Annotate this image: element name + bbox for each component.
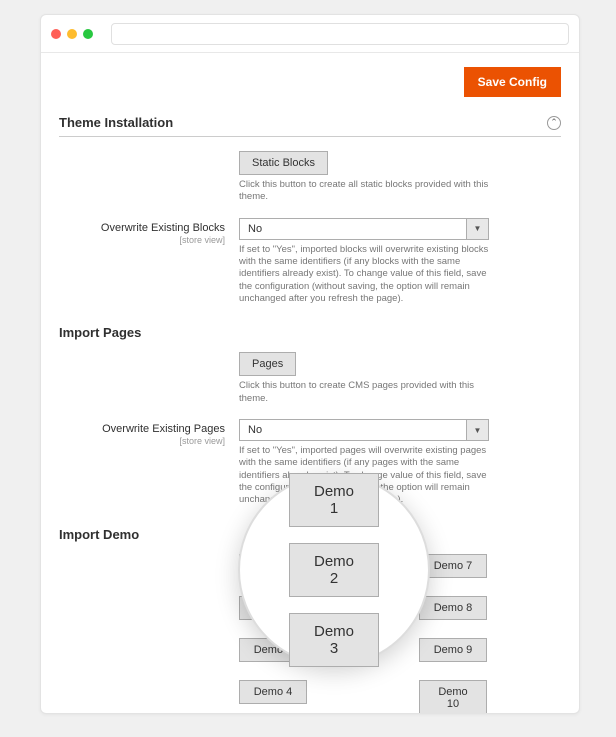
field-overwrite-blocks: Overwrite Existing Blocks [store view] N… [59, 218, 561, 306]
magnified-demo-button[interactable]: Demo 3 [289, 613, 379, 667]
help-text: If set to "Yes", imported blocks will ov… [239, 244, 489, 306]
url-bar[interactable] [111, 23, 569, 45]
pages-button[interactable]: Pages [239, 352, 296, 376]
help-text: Click this button to create all static b… [239, 179, 489, 204]
page-actions: Save Config [41, 53, 579, 105]
window-close-dot[interactable] [51, 29, 61, 39]
titlebar [41, 15, 579, 53]
window-minimize-dot[interactable] [67, 29, 77, 39]
import-pages-header: Import Pages [59, 319, 561, 352]
demo-button[interactable]: Demo 9 [419, 638, 487, 662]
demo-button[interactable]: Demo 8 [419, 596, 487, 620]
select-value: No [240, 219, 466, 239]
field-static-blocks: Static Blocks Click this button to creat… [59, 151, 561, 204]
section-title: Theme Installation [59, 115, 173, 130]
select-value: No [240, 420, 466, 440]
overwrite-pages-select[interactable]: No ▼ [239, 419, 489, 441]
field-label: Overwrite Existing Pages [store view] [59, 419, 239, 507]
scope-label: [store view] [59, 235, 225, 245]
window-zoom-dot[interactable] [83, 29, 93, 39]
section-header: Theme Installation ⌃ [59, 105, 561, 137]
static-blocks-button[interactable]: Static Blocks [239, 151, 328, 175]
magnifier-overlay: Demo 1 Demo 2 Demo 3 [238, 474, 430, 666]
scope-label: [store view] [59, 436, 225, 446]
chevron-down-icon: ▼ [466, 420, 488, 440]
field-pages: Pages Click this button to create CMS pa… [59, 352, 561, 405]
field-label: Overwrite Existing Blocks [store view] [59, 218, 239, 306]
chevron-down-icon: ▼ [466, 219, 488, 239]
save-config-button[interactable]: Save Config [464, 67, 561, 97]
demo-button[interactable]: Demo 10 [419, 680, 487, 713]
collapse-icon[interactable]: ⌃ [547, 116, 561, 130]
demo-button[interactable]: Demo 4 [239, 680, 307, 704]
magnified-demo-button[interactable]: Demo 2 [289, 543, 379, 597]
overwrite-blocks-select[interactable]: No ▼ [239, 218, 489, 240]
magnified-demo-button[interactable]: Demo 1 [289, 473, 379, 527]
help-text: Click this button to create CMS pages pr… [239, 380, 489, 405]
